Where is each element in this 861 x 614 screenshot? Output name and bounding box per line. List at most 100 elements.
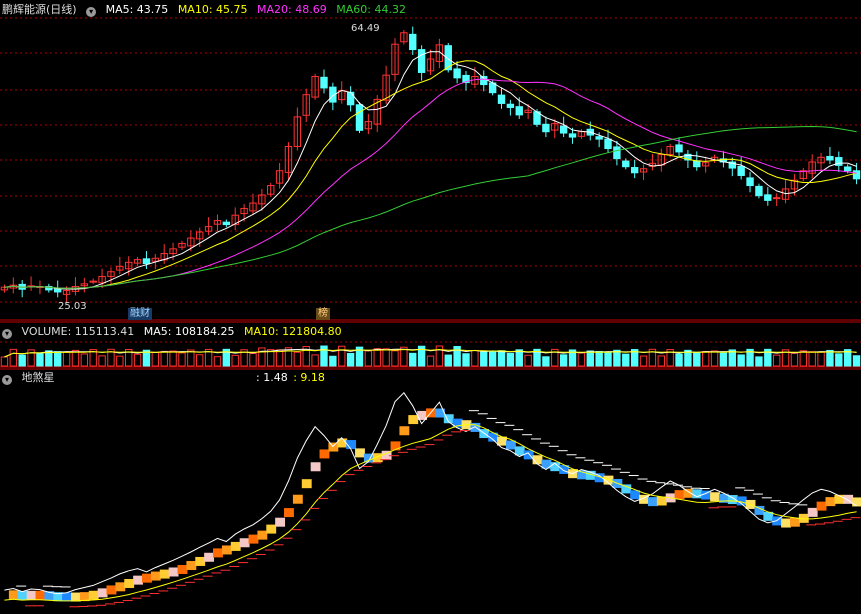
indicator-price-line [4, 392, 857, 595]
candle-body [737, 165, 745, 176]
ma60-label: MA60: 44.32 [336, 3, 406, 16]
high-price-label: 64.49 [351, 23, 380, 34]
indicator-block [195, 556, 206, 566]
ma20-label: MA20: 48.69 [257, 3, 327, 16]
indicator-block [239, 538, 250, 548]
volume-bar [710, 350, 719, 367]
indicator-name: 地煞星 [21, 371, 55, 384]
indicator-block [319, 449, 330, 459]
volume-bar [488, 351, 497, 367]
volume-bar [275, 349, 284, 367]
indicator-block [204, 552, 215, 562]
volume-bar [258, 347, 266, 367]
volume-bar [9, 348, 18, 367]
volume-bar [293, 351, 302, 367]
candle-body [630, 167, 639, 174]
ma5-label: MA5: 43.75 [105, 3, 169, 16]
volume-bar [364, 350, 373, 367]
low-price-label: 25.03 [58, 301, 87, 312]
volume-bar [36, 352, 44, 367]
candle-body [515, 106, 523, 116]
indicator-block [807, 507, 818, 517]
indicator-block [124, 578, 135, 588]
indicator-block [248, 534, 259, 544]
chevron-down-icon[interactable]: ▾ [86, 7, 97, 17]
volume-header: ▾ VOLUME: 115113.41 MA5: 108184.25 MA10:… [2, 325, 348, 339]
candle-body [222, 221, 231, 226]
indicator-block [150, 571, 161, 581]
indicator-block [97, 588, 108, 598]
volume-ma5-label: MA5: 108184.25 [143, 325, 235, 338]
event-tag-rank[interactable]: 榜 [316, 308, 330, 320]
volume-bar [604, 351, 612, 367]
indicator-block [656, 496, 667, 506]
indicator-block [35, 590, 46, 600]
volume-bar [826, 349, 834, 367]
event-tag-finance[interactable]: 融财 [128, 308, 152, 320]
volume-bar [62, 351, 71, 367]
indicator-values: : 1.48 : 9.18 [256, 371, 331, 385]
volume-bar [497, 350, 506, 367]
candle-body [826, 155, 834, 161]
volume-bar [426, 355, 435, 367]
stock-name[interactable]: 鹏辉能源(日线) [2, 3, 77, 16]
candle-body [604, 138, 612, 150]
candle-body [675, 144, 683, 153]
volume-bar [852, 355, 861, 367]
volume-bar [116, 355, 124, 367]
volume-bar [755, 356, 763, 367]
candle-body [409, 33, 417, 51]
ma20-line [4, 78, 857, 289]
indicator-block [789, 517, 800, 527]
chevron-down-icon[interactable]: ▾ [2, 375, 12, 385]
volume-bar [799, 350, 807, 367]
indicator-block [17, 591, 28, 601]
indicator-block [710, 492, 720, 502]
candle-body [89, 280, 97, 283]
indicator-block [647, 497, 658, 507]
volume-bar [675, 353, 683, 367]
volume-bar [338, 345, 346, 367]
candle-body [613, 146, 621, 160]
volume-bar [187, 349, 195, 367]
candle-body [595, 136, 603, 140]
candle-body [497, 94, 506, 104]
chart-stage: 鹏辉能源(日线) ▾ MA5: 43.75 MA10: 45.75 MA20: … [0, 0, 861, 614]
volume-bar [311, 354, 319, 367]
indicator-block [88, 590, 99, 600]
indicator-block [328, 442, 339, 452]
volume-bar [657, 355, 665, 367]
volume-bar [169, 350, 177, 367]
volume-bar [639, 355, 648, 367]
volume-bar [231, 354, 239, 367]
volume-bar [213, 356, 222, 367]
volume-bar [524, 354, 532, 367]
indicator-block [355, 448, 365, 458]
indicator-value-1: : 1.48 [256, 371, 288, 384]
indicator-block [825, 497, 836, 507]
volume-bar [18, 354, 26, 367]
indicator-block [133, 575, 144, 585]
indicator-block [106, 585, 117, 595]
indicator-signal-line [4, 424, 857, 602]
volume-bar [471, 349, 479, 367]
stock-chart[interactable] [0, 0, 861, 614]
indicator-block [399, 426, 410, 436]
indicator-block [230, 541, 241, 551]
chevron-down-icon[interactable]: ▾ [2, 329, 12, 339]
volume-bar [27, 349, 35, 367]
indicator-block [8, 590, 19, 600]
volume-bar [595, 350, 603, 367]
candle-body [772, 197, 781, 200]
volume-bar [480, 351, 488, 367]
volume-bar [382, 348, 390, 367]
volume-bar [160, 350, 168, 367]
candle-body [559, 125, 568, 134]
indicator-block [221, 545, 232, 555]
indicator-block [284, 508, 294, 518]
volume-bar [391, 350, 399, 367]
volume-bar [196, 354, 204, 367]
candle-body [346, 91, 355, 106]
candle-body [320, 76, 328, 89]
candle-body [764, 194, 772, 201]
